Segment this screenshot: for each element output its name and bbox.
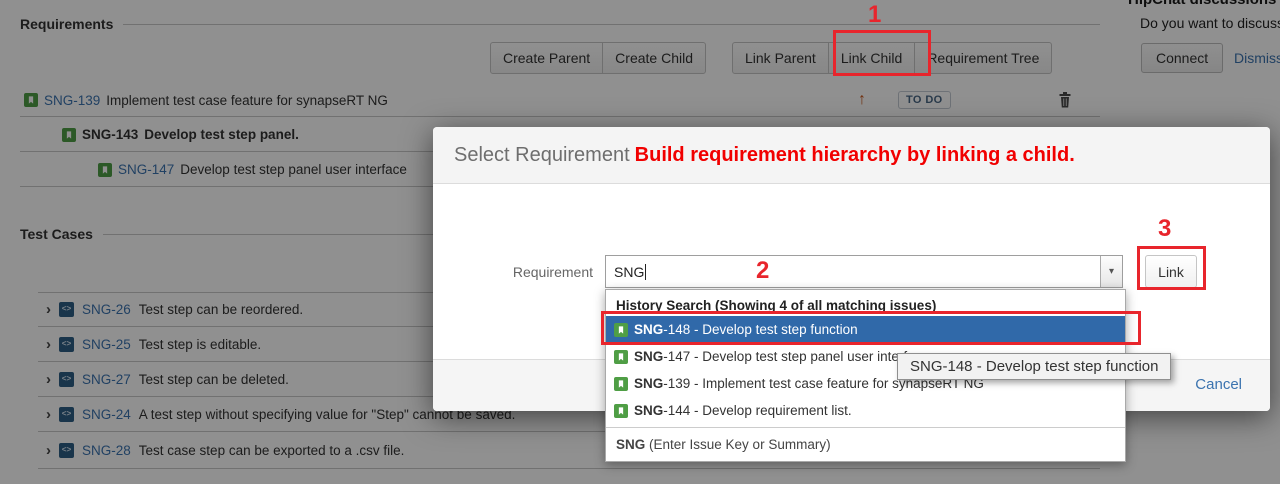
text-caret <box>645 264 646 280</box>
dropdown-item-sng-148[interactable]: SNG-148 - Develop test step function <box>606 316 1125 343</box>
dropdown-item-sng-144[interactable]: SNG-144 - Develop requirement list. <box>606 397 1125 424</box>
story-icon <box>614 377 628 391</box>
screen: Requirements Create Parent Create Child … <box>0 0 1280 484</box>
link-button[interactable]: Link <box>1145 255 1197 288</box>
requirement-input-value: SNG <box>614 264 644 280</box>
story-icon <box>614 323 628 337</box>
dropdown-group-header: History Search (Showing 4 of all matchin… <box>606 294 1125 316</box>
tooltip: SNG-148 - Develop test step function <box>897 353 1171 380</box>
cancel-link[interactable]: Cancel <box>1195 376 1242 393</box>
modal-header: Select Requirement Build requirement hie… <box>433 127 1270 184</box>
annotation-caption: Build requirement hierarchy by linking a… <box>635 144 1075 167</box>
requirement-input[interactable]: SNG ▾ <box>605 255 1123 288</box>
dropdown-footer-hint: SNG (Enter Issue Key or Summary) <box>606 427 1125 461</box>
modal-title: Select Requirement <box>454 144 630 167</box>
story-icon <box>614 404 628 418</box>
dropdown-toggle-icon[interactable]: ▾ <box>1100 256 1122 287</box>
requirement-field-label: Requirement <box>443 264 593 280</box>
story-icon <box>614 350 628 364</box>
